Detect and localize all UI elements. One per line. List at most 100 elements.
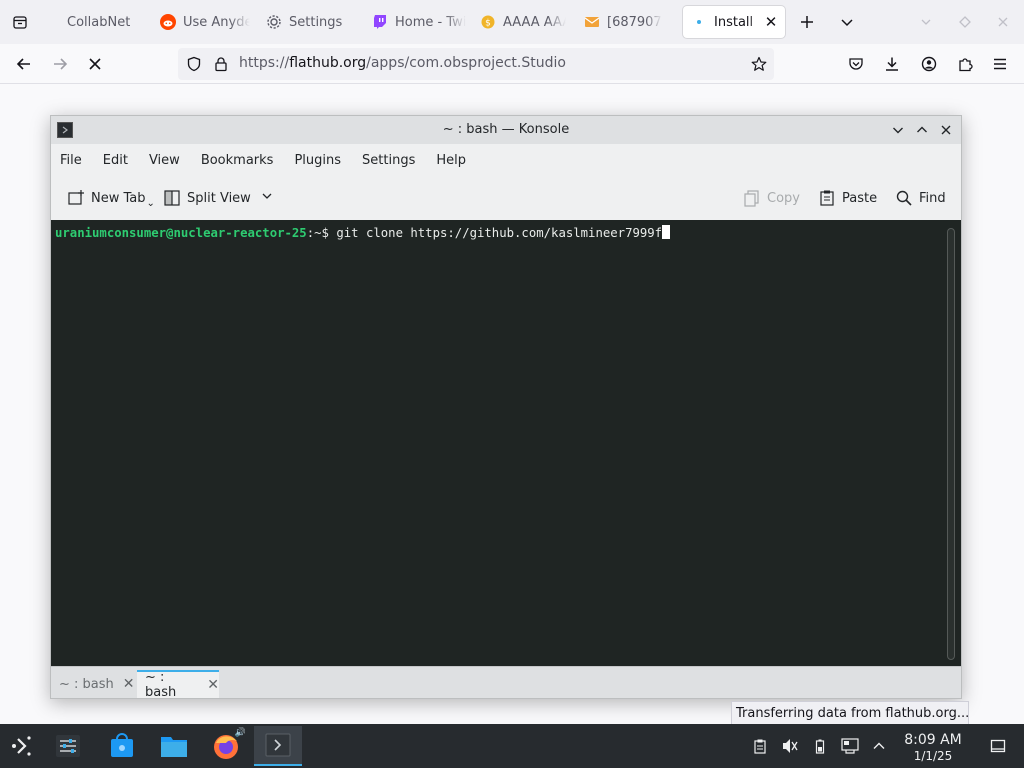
url-path: /apps/com.obsproject.Studio [366, 55, 566, 71]
menu-bookmarks[interactable]: Bookmarks [201, 153, 274, 168]
firefox-taskbar-button[interactable]: 🔊 [208, 728, 246, 764]
terminal-view[interactable]: uraniumconsumer@nuclear-reactor-25:~$ gi… [51, 220, 961, 666]
hamburger-menu-icon [994, 58, 1006, 70]
taskbar-panel: 🔊 8:09 AM 1/1/25 [0, 724, 1024, 768]
konsole-tab-1[interactable]: ~ : bash ✕ [51, 670, 135, 698]
digital-clock[interactable]: 8:09 AM 1/1/25 [898, 731, 968, 763]
konsole-maximize-button[interactable] [913, 121, 931, 139]
browser-tab-mail[interactable]: [687907 [584, 6, 670, 38]
chevron-down-icon[interactable] [261, 190, 273, 206]
sliders-icon [56, 735, 80, 757]
pocket-button[interactable] [844, 52, 868, 76]
browser-tab-collabnet[interactable]: CollabNet [44, 6, 148, 38]
tab-list-button[interactable] [8, 10, 32, 34]
tab-label: Home - Twitch [395, 14, 466, 30]
terminal-command-line: uraniumconsumer@nuclear-reactor-25:~$ gi… [55, 225, 671, 240]
tab-label: Use Anydesk [183, 14, 250, 30]
terminal-cursor [662, 225, 671, 239]
terminal-icon [265, 733, 291, 757]
konsole-toolbar: New Tab ⌄ Split View Copy Paste Find [51, 178, 961, 218]
url-bar[interactable]: https://flathub.org/apps/com.obsproject.… [178, 48, 774, 80]
chevron-up-icon [917, 126, 927, 133]
app-menu-button[interactable] [988, 52, 1012, 76]
browser-status-panel: Transferring data from flathub.org... [731, 701, 969, 725]
new-tab-button[interactable]: New Tab ⌄ [67, 187, 155, 209]
account-button[interactable] [917, 52, 941, 76]
bookmark-star-icon[interactable] [751, 56, 767, 72]
window-maximize-button[interactable] [956, 13, 974, 31]
konsole-tab-label: ~ : bash [145, 670, 177, 700]
system-settings-button[interactable] [50, 728, 86, 764]
browser-tab-aaaa[interactable]: $ AAAA AAA [480, 6, 566, 38]
extensions-button[interactable] [953, 52, 977, 76]
split-view-button[interactable]: Split View [163, 187, 273, 209]
menu-help[interactable]: Help [436, 153, 466, 168]
tab-list-icon [13, 16, 27, 29]
konsole-tab-2[interactable]: ~ : bash ✕ [137, 670, 219, 700]
paste-icon [818, 189, 836, 207]
copy-button[interactable]: Copy [743, 187, 800, 209]
diamond-icon [959, 16, 971, 28]
lock-icon[interactable] [213, 56, 229, 72]
volume-muted-icon[interactable] [781, 737, 799, 755]
list-all-tabs-button[interactable] [835, 10, 859, 34]
clock-time: 8:09 AM [904, 732, 962, 748]
tracking-protection-icon[interactable] [186, 56, 202, 72]
chevron-down-icon [893, 127, 903, 134]
application-launcher-button[interactable] [4, 728, 40, 764]
tab-label: AAAA AAA [503, 14, 566, 30]
menu-file[interactable]: File [60, 153, 82, 168]
menu-plugins[interactable]: Plugins [294, 153, 341, 168]
split-view-label: Split View [187, 190, 251, 206]
forward-button[interactable] [48, 52, 72, 76]
chevron-down-icon[interactable]: ⌄ [147, 198, 155, 209]
url-host: flathub.org [289, 55, 367, 71]
back-button[interactable] [12, 52, 36, 76]
window-title: ~ : bash — Konsole [442, 122, 570, 137]
downloads-button[interactable] [880, 52, 904, 76]
discover-button[interactable] [104, 728, 140, 764]
window-minimize-button[interactable] [917, 13, 935, 31]
browser-tab-install[interactable]: Install ✕ [683, 6, 785, 38]
chevron-down-icon [921, 19, 931, 25]
battery-icon[interactable] [811, 737, 829, 755]
new-tab-icon [67, 189, 85, 207]
browser-tab-settings[interactable]: Settings [266, 6, 356, 38]
arrow-right-icon [54, 58, 68, 70]
browser-navbar: https://flathub.org/apps/com.obsproject.… [0, 44, 1024, 84]
kde-launcher-icon [12, 736, 31, 756]
dolphin-file-manager-button[interactable] [156, 728, 192, 764]
twitch-icon [372, 14, 388, 30]
close-tab-icon[interactable]: ✕ [207, 677, 219, 693]
konsole-close-button[interactable] [937, 121, 955, 139]
browser-tab-strip: CollabNet Use Anydesk Settings Home - Tw… [0, 0, 1024, 44]
konsole-taskbar-button[interactable] [254, 726, 302, 766]
account-icon [921, 56, 937, 72]
browser-tab-twitch[interactable]: Home - Twitch [372, 6, 466, 38]
konsole-titlebar[interactable]: ~ : bash — Konsole [51, 116, 961, 144]
new-tab-label: New Tab [91, 190, 146, 206]
find-button[interactable]: Find [895, 187, 946, 209]
url-scheme: https:// [239, 55, 290, 71]
tab-label: [687907 [607, 14, 662, 30]
paste-button[interactable]: Paste [818, 187, 877, 209]
network-wired-icon[interactable] [841, 737, 859, 755]
menu-settings[interactable]: Settings [362, 153, 415, 168]
window-close-button[interactable] [994, 13, 1012, 31]
close-tab-icon[interactable]: ✕ [123, 676, 135, 692]
new-tab-button[interactable] [795, 10, 819, 34]
close-icon [998, 17, 1008, 27]
show-desktop-button[interactable] [989, 737, 1007, 755]
chevron-up-icon[interactable] [870, 737, 888, 755]
loading-dot-icon [691, 14, 707, 30]
clipboard-icon[interactable] [751, 737, 769, 755]
stop-loading-button[interactable] [83, 52, 107, 76]
close-icon [941, 125, 951, 135]
browser-tab-anydesk[interactable]: Use Anydesk [160, 6, 250, 38]
menu-view[interactable]: View [149, 153, 180, 168]
close-tab-icon[interactable]: ✕ [763, 14, 779, 30]
prompt-path: :~$ [306, 226, 329, 240]
konsole-minimize-button[interactable] [889, 121, 907, 139]
terminal-scrollbar[interactable] [947, 228, 955, 660]
menu-edit[interactable]: Edit [103, 153, 128, 168]
